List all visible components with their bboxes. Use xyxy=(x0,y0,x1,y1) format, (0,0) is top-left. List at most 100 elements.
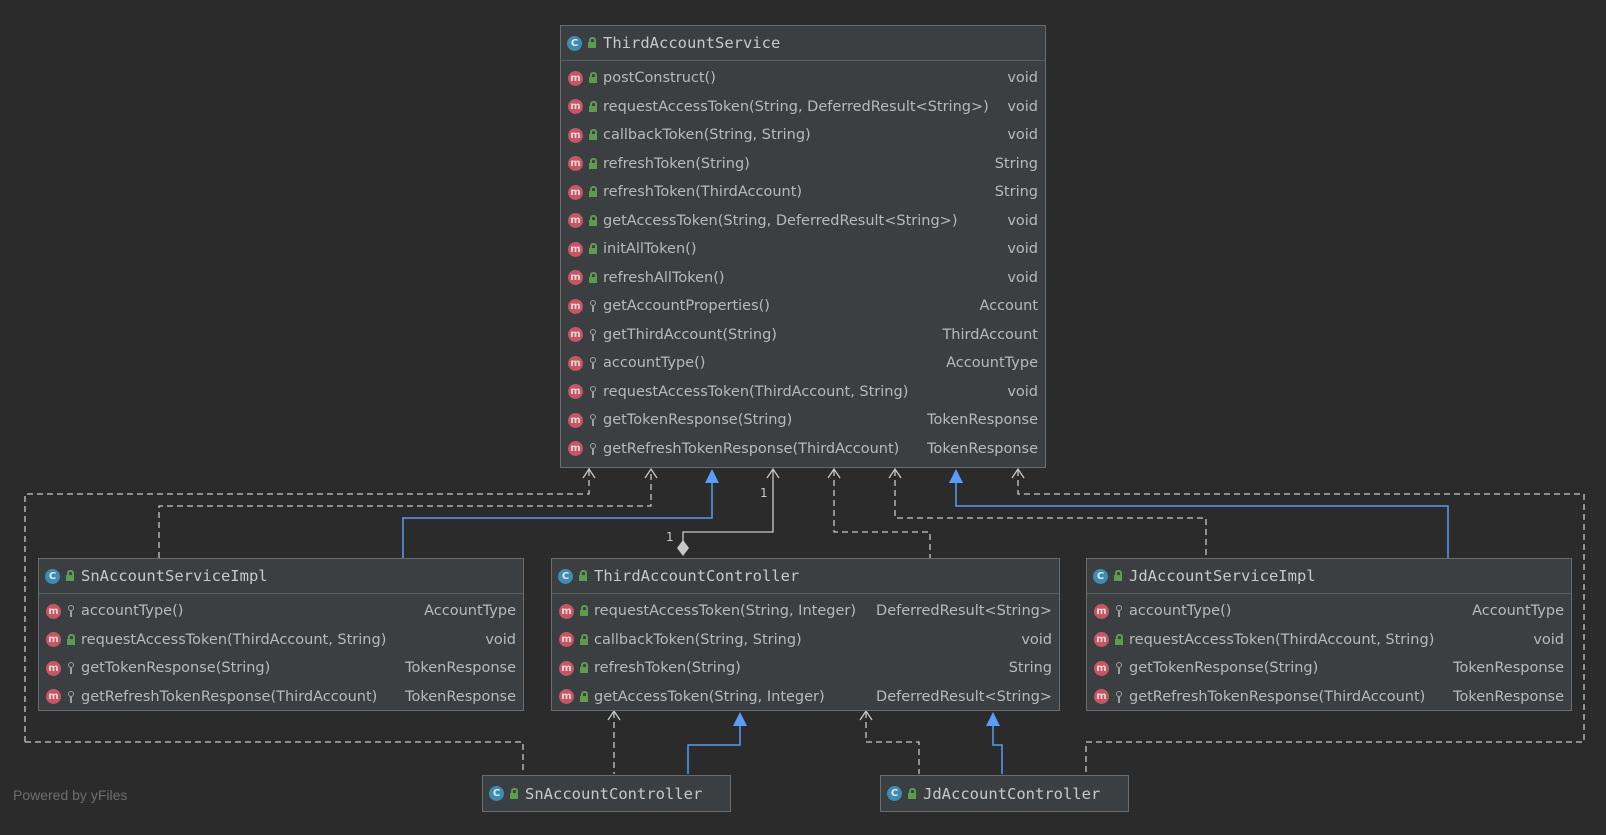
method-row[interactable]: m getRefreshTokenResponse(ThirdAccount) To… xyxy=(561,435,1045,464)
method-return-type: void xyxy=(1007,98,1038,115)
method-icon: m xyxy=(568,156,583,172)
public-icon xyxy=(588,271,598,284)
class-name: SnAccountController xyxy=(525,784,703,803)
method-row[interactable]: m getAccessToken(String, Integer) Deferred… xyxy=(552,683,1059,712)
method-return-type: void xyxy=(1007,383,1038,400)
method-row[interactable]: m refreshToken(String) String xyxy=(561,150,1045,179)
class-third-account-service[interactable]: C ThirdAccountService m postConstruct() vo… xyxy=(560,25,1046,468)
method-name: refreshToken(String) xyxy=(594,660,741,677)
class-icon: C xyxy=(558,568,573,584)
method-return-type: DeferredResult<String> xyxy=(876,603,1052,620)
method-return-type: TokenResponse xyxy=(927,440,1038,457)
method-name: refreshToken(String) xyxy=(603,155,750,172)
class-icon: C xyxy=(489,786,504,801)
public-icon xyxy=(579,662,589,674)
method-return-type: TokenResponse xyxy=(1453,688,1564,705)
class-jd-account-controller[interactable]: C JdAccountController xyxy=(880,775,1129,812)
method-name: accountType() xyxy=(81,603,184,620)
protected-icon xyxy=(588,300,598,313)
method-name: getTokenResponse(String) xyxy=(1129,660,1319,677)
method-row[interactable]: m accountType() AccountType xyxy=(1087,597,1571,626)
method-row[interactable]: m getTokenResponse(String) TokenResponse xyxy=(561,406,1045,435)
protected-icon xyxy=(588,442,598,455)
method-icon: m xyxy=(568,412,583,428)
method-return-type: AccountType xyxy=(946,355,1038,372)
class-jd-account-service-impl[interactable]: C JdAccountServiceImpl m accountType() Acc… xyxy=(1086,558,1572,711)
method-name: getTokenResponse(String) xyxy=(81,660,271,677)
method-return-type: AccountType xyxy=(424,603,516,620)
public-icon xyxy=(1113,570,1123,582)
method-return-type: Account xyxy=(979,298,1038,315)
method-row[interactable]: m postConstruct() void xyxy=(561,64,1045,93)
method-list: m requestAccessToken(String, Integer) Defe… xyxy=(552,594,1059,711)
public-icon xyxy=(509,787,519,800)
method-row[interactable]: m getThirdAccount(String) ThirdAccount xyxy=(561,321,1045,350)
public-icon xyxy=(579,633,589,646)
method-row[interactable]: m getTokenResponse(String) TokenResponse xyxy=(39,654,523,683)
composition-diamond xyxy=(677,540,689,556)
method-name: accountType() xyxy=(603,355,706,372)
method-row[interactable]: m getRefreshTokenResponse(ThirdAccount) To… xyxy=(1087,683,1571,712)
method-icon: m xyxy=(568,184,583,200)
method-row[interactable]: m requestAccessToken(String, Integer) Defe… xyxy=(552,597,1059,626)
method-name: requestAccessToken(ThirdAccount, String) xyxy=(81,631,387,648)
method-name: getAccessToken(String, Integer) xyxy=(594,688,825,705)
method-list: m postConstruct() void m requestAccessToken(… xyxy=(561,61,1045,463)
method-row[interactable]: m getRefreshTokenResponse(ThirdAccount) To… xyxy=(39,683,523,712)
method-row[interactable]: m callbackToken(String, String) void xyxy=(552,626,1059,655)
method-row[interactable]: m callbackToken(String, String) void xyxy=(561,121,1045,150)
method-name: getRefreshTokenResponse(ThirdAccount) xyxy=(1129,688,1426,705)
method-row[interactable]: m getTokenResponse(String) TokenResponse xyxy=(1087,654,1571,683)
method-name: getRefreshTokenResponse(ThirdAccount) xyxy=(81,688,378,705)
method-icon: m xyxy=(559,632,574,648)
class-header: C ThirdAccountService xyxy=(561,26,1045,61)
class-header: C SnAccountServiceImpl xyxy=(39,559,523,594)
class-name: JdAccountServiceImpl xyxy=(1129,567,1316,585)
method-row[interactable]: m requestAccessToken(ThirdAccount, String… xyxy=(561,378,1045,407)
public-icon xyxy=(65,570,75,582)
class-name: SnAccountServiceImpl xyxy=(81,567,268,585)
method-row[interactable]: m getAccountProperties() Account xyxy=(561,292,1045,321)
method-name: initAllToken() xyxy=(603,241,697,258)
method-icon: m xyxy=(568,355,583,371)
class-sn-account-service-impl[interactable]: C SnAccountServiceImpl m accountType() Acc… xyxy=(38,558,524,711)
method-row[interactable]: m refreshToken(ThirdAccount) String xyxy=(561,178,1045,207)
method-row[interactable]: m refreshAllToken() void xyxy=(561,264,1045,293)
method-row[interactable]: m requestAccessToken(ThirdAccount, String… xyxy=(1087,626,1571,655)
association-edge xyxy=(682,467,780,544)
method-row[interactable]: m refreshToken(String) String xyxy=(552,654,1059,683)
method-icon: m xyxy=(568,70,583,86)
method-row[interactable]: m initAllToken() void xyxy=(561,235,1045,264)
method-return-type: void xyxy=(1007,212,1038,229)
class-sn-account-controller[interactable]: C SnAccountController xyxy=(482,775,731,812)
class-icon: C xyxy=(45,568,60,584)
public-icon xyxy=(1114,633,1124,646)
method-icon: m xyxy=(1094,660,1109,676)
public-icon xyxy=(66,633,76,646)
class-third-account-controller[interactable]: C ThirdAccountController m requestAccessT… xyxy=(551,558,1060,711)
method-row[interactable]: m requestAccessToken(ThirdAccount, String… xyxy=(39,626,523,655)
watermark-text: Powered by yFiles xyxy=(13,787,128,803)
method-icon: m xyxy=(1094,689,1109,705)
public-icon xyxy=(588,214,598,227)
method-row[interactable]: m accountType() AccountType xyxy=(39,597,523,626)
class-header: C ThirdAccountController xyxy=(552,559,1059,594)
public-icon xyxy=(588,186,598,198)
public-icon xyxy=(578,570,588,582)
method-name: requestAccessToken(String, Integer) xyxy=(594,603,856,620)
method-return-type: AccountType xyxy=(1472,603,1564,620)
protected-icon xyxy=(588,357,598,370)
protected-icon xyxy=(66,605,76,618)
method-row[interactable]: m requestAccessToken(String, DeferredResu… xyxy=(561,93,1045,122)
method-row[interactable]: m accountType() AccountType xyxy=(561,349,1045,378)
method-name: postConstruct() xyxy=(603,70,716,87)
method-name: requestAccessToken(ThirdAccount, String) xyxy=(603,383,909,400)
method-icon: m xyxy=(1094,603,1109,619)
method-row[interactable]: m getAccessToken(String, DeferredResult<S… xyxy=(561,207,1045,236)
method-return-type: void xyxy=(1007,70,1038,87)
method-icon: m xyxy=(46,660,61,676)
method-name: refreshToken(ThirdAccount) xyxy=(603,184,803,201)
method-name: getTokenResponse(String) xyxy=(603,412,793,429)
multiplicity-controller-end: 1 xyxy=(666,530,674,544)
method-name: refreshAllToken() xyxy=(603,269,725,286)
